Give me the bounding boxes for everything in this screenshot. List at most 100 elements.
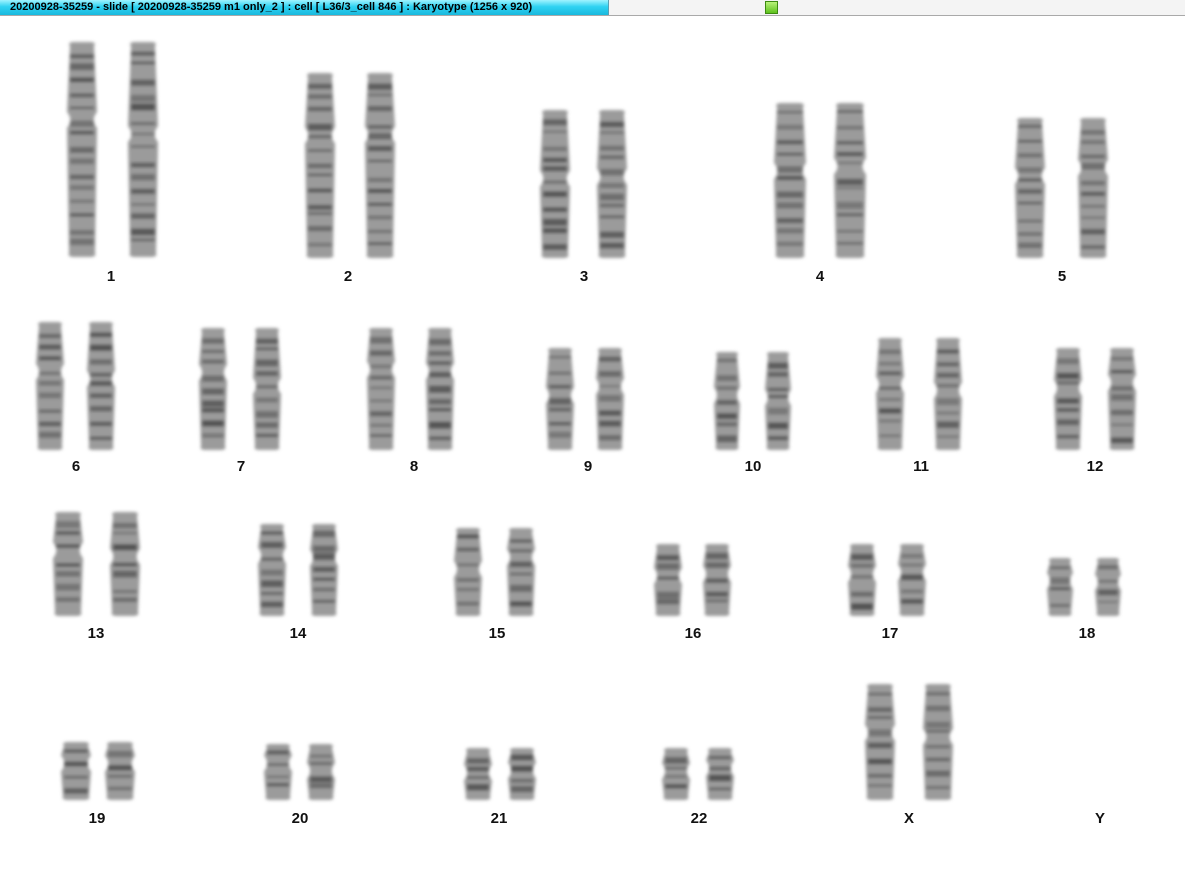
chromosome-label: 15 [488,625,506,642]
chromatid-right [1108,348,1136,450]
chromosome-pair-image [264,744,335,800]
chromatid-right [507,528,535,616]
chromosome-label: 17 [881,625,899,642]
chromosome-pair-11[interactable]: 11 [872,334,966,480]
chromatid-right [703,544,731,616]
window-title: 20200928-35259 - slide [ 20200928-35259 … [10,1,533,13]
chromosome-pair-17[interactable]: 17 [844,540,930,647]
chromatid-left [53,512,83,616]
chromatid-right [365,73,395,258]
chromosome-pair-7[interactable]: 7 [195,324,285,480]
chromosome-label: 1 [106,268,116,285]
chromosome-label: X [903,810,915,827]
chromatid-right [128,42,158,257]
chromosome-pair-image [36,322,115,450]
chromosome-pair-12[interactable]: 12 [1050,344,1140,480]
chromatid-right [105,742,135,800]
chromosome-pair-2[interactable]: 2 [301,69,399,290]
chromosome-pair-13[interactable]: 13 [49,508,144,647]
chromosome-pair-image [464,748,536,800]
chromosome-label: 4 [815,268,825,285]
chromosome-label: 11 [913,458,929,475]
chromosome-pair-image [848,544,926,616]
chromosome-pair-image [367,328,454,450]
chromosome-pair-20[interactable]: 20 [260,740,339,832]
chromatid-right [1095,558,1121,616]
chromosome-pair-y[interactable]: Y [1080,780,1120,832]
chromatid-right [508,748,536,800]
title-segment[interactable]: 20200928-35259 - slide [ 20200928-35259 … [0,0,609,15]
chromatid-right [706,748,734,800]
chromosome-pair-5[interactable]: 5 [1011,114,1112,290]
chromatid-left [454,528,482,616]
chromosome-label: 9 [583,458,593,475]
chromatid-left [774,103,806,258]
chromosome-label: 22 [690,810,708,827]
chromatid-left [865,684,895,800]
chromatid-right [1078,118,1108,258]
chromatid-left [36,322,64,450]
chromosome-pair-image [714,352,791,450]
chromosome-label: 7 [236,458,246,475]
chromatid-right [596,348,624,450]
chromosome-pair-19[interactable]: 19 [57,738,139,832]
chromatid-right [426,328,454,450]
chromosome-pair-image [53,512,140,616]
chromosome-pair-18[interactable]: 18 [1043,554,1125,647]
chromosome-pair-image [774,103,866,258]
karyogram-canvas: 1 2 3 4 5 6 7 8 9 10 11 12 13 14 15 16 17 18 19 20 21 22 X Y [0,17,1185,879]
chromatid-right [307,744,335,800]
chromosome-pair-image [540,110,627,258]
chromosome-pair-image [1054,348,1136,450]
chromosome-label: Y [1094,810,1106,827]
chromosome-pair-image [1047,558,1121,616]
chromatid-left [876,338,904,450]
chromosome-pair-x[interactable]: X [861,680,957,832]
chromosome-label: 18 [1078,625,1096,642]
chromosome-label: 12 [1086,458,1104,475]
chromatid-right [597,110,627,258]
chromosome-pair-22[interactable]: 22 [658,744,738,832]
chromosome-pair-8[interactable]: 8 [363,324,458,480]
chromosome-pair-image [876,338,962,450]
chromosome-pair-1[interactable]: 1 [63,38,162,290]
chromosome-label: 6 [71,458,81,475]
chromosome-label: 20 [291,810,309,827]
chromosome-pair-image [654,544,731,616]
chromosome-pair-image [865,684,953,800]
chromatid-left [1015,118,1045,258]
chromosome-pair-image [305,73,395,258]
chromatid-left [540,110,570,258]
chromatid-left [848,544,876,616]
chromosome-pair-9[interactable]: 9 [542,344,628,480]
chromatid-left [199,328,227,450]
chromatid-left [1047,558,1073,616]
chromatid-right [253,328,281,450]
chromosome-pair-15[interactable]: 15 [450,524,539,647]
chromatid-left [367,328,395,450]
chromosome-pair-4[interactable]: 4 [770,99,870,290]
chromosome-pair-image [258,524,338,616]
chromatid-left [61,742,91,800]
chromosome-pair-14[interactable]: 14 [254,520,342,647]
chromosome-pair-image [1015,118,1108,258]
chromosome-pair-3[interactable]: 3 [536,106,631,290]
chromosome-pair-image [61,742,135,800]
status-indicator-icon [765,1,778,14]
chromosome-label: 3 [579,268,589,285]
chromatid-left [258,524,286,616]
chromatid-left [67,42,97,257]
chromosome-label: 19 [88,810,106,827]
chromatid-right [87,322,115,450]
chromatid-left [654,544,682,616]
chromatid-left [1054,348,1082,450]
chromosome-pair-16[interactable]: 16 [650,540,735,647]
chromosome-pair-10[interactable]: 10 [710,348,795,480]
chromosome-pair-image [199,328,281,450]
chromosome-label: 5 [1057,268,1067,285]
chromosome-pair-21[interactable]: 21 [460,744,540,832]
chromatid-right [765,352,791,450]
window-titlebar: 20200928-35259 - slide [ 20200928-35259 … [0,0,1185,16]
chromatid-right [834,103,866,258]
chromosome-pair-6[interactable]: 6 [32,318,119,480]
